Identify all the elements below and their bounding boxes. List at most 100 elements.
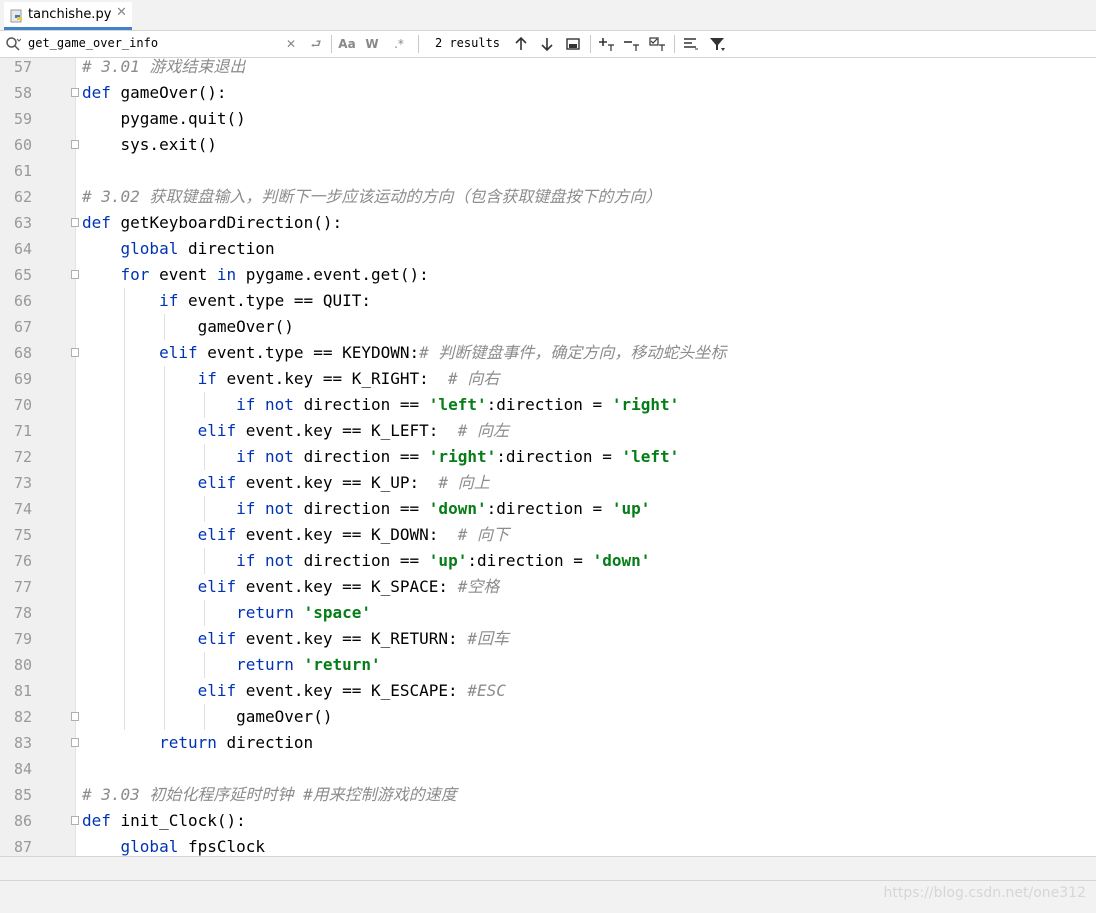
line-number: 64 (13, 240, 32, 258)
search-icon[interactable] (5, 36, 21, 52)
words-button[interactable]: W (363, 35, 381, 53)
code-text: elif event.key == K_DOWN: # 向下 (197, 525, 509, 544)
line-number: 71 (13, 422, 32, 440)
separator (331, 35, 332, 53)
code-line[interactable]: 85 # 3.03 初始化程序延时时钟 #用来控制游戏的速度 (0, 782, 1096, 808)
tab-label: tanchishe.py (28, 7, 112, 22)
code-line[interactable]: 84 (0, 756, 1096, 782)
code-text: gameOver() (82, 707, 333, 726)
fold-marker-icon[interactable] (71, 712, 79, 721)
code-text: sys.exit() (82, 135, 217, 154)
code-line[interactable]: 78 return 'space' (0, 600, 1096, 626)
select-all-matches-icon[interactable] (648, 35, 666, 53)
code-text: if not direction == 'up':direction = 'do… (236, 551, 651, 570)
code-line[interactable]: 65 for event in pygame.event.get(): (0, 262, 1096, 288)
line-number: 62 (13, 188, 32, 206)
code-line[interactable]: 86 def init_Clock(): (0, 808, 1096, 834)
code-line[interactable]: 58 def gameOver(): (0, 80, 1096, 106)
separator (590, 35, 591, 53)
code-line[interactable]: 73 elif event.key == K_UP: # 向上 (0, 470, 1096, 496)
separator (674, 35, 675, 53)
code-line[interactable]: 80 return 'return' (0, 652, 1096, 678)
code-line[interactable]: 74 if not direction == 'down':direction … (0, 496, 1096, 522)
code-line[interactable]: 72 if not direction == 'right':direction… (0, 444, 1096, 470)
code-text: elif event.key == K_RETURN: #回车 (197, 629, 509, 648)
code-line[interactable]: 70 if not direction == 'left':direction … (0, 392, 1096, 418)
code-text: global fpsClock (120, 837, 266, 856)
code-line[interactable]: 69 if event.key == K_RIGHT: # 向右 (0, 366, 1096, 392)
line-number: 79 (13, 630, 32, 648)
code-line[interactable]: 63 def getKeyboardDirection(): (0, 210, 1096, 236)
code-line[interactable]: 75 elif event.key == K_DOWN: # 向下 (0, 522, 1096, 548)
code-line[interactable]: 60 sys.exit() (0, 132, 1096, 158)
code-text: if event.key == K_RIGHT: # 向右 (197, 369, 500, 388)
line-number: 75 (13, 526, 32, 544)
line-number: 70 (13, 396, 32, 414)
fold-marker-icon[interactable] (71, 270, 79, 279)
code-line[interactable]: 82 gameOver() (0, 704, 1096, 730)
arrow-up-icon[interactable] (512, 35, 530, 53)
line-number: 68 (13, 344, 32, 362)
code-line[interactable]: 66 if event.type == QUIT: (0, 288, 1096, 314)
code-line[interactable]: 67 gameOver() (0, 314, 1096, 340)
fold-marker-icon[interactable] (71, 738, 79, 747)
bottom-scrollbar-area (0, 856, 1096, 881)
fold-marker-icon[interactable] (71, 140, 79, 149)
code-text: if event.type == QUIT: (159, 291, 371, 310)
fold-marker-icon[interactable] (71, 88, 79, 97)
line-number: 57 (13, 58, 32, 76)
line-number: 59 (13, 110, 32, 128)
code-text: elif event.key == K_ESCAPE: #ESC (197, 681, 506, 700)
search-input[interactable] (28, 33, 278, 53)
code-text: elif event.key == K_SPACE: #空格 (197, 577, 500, 596)
code-line[interactable]: 87 global fpsClock (0, 834, 1096, 856)
code-line[interactable]: 62 # 3.02 获取键盘输入，判断下一步应该运动的方向（包含获取键盘按下的方向… (0, 184, 1096, 210)
filter-options-icon[interactable] (682, 35, 700, 53)
code-text: # 3.01 游戏结束退出 (82, 58, 246, 76)
line-number: 82 (13, 708, 32, 726)
code-text: # 3.02 获取键盘输入，判断下一步应该运动的方向（包含获取键盘按下的方向） (82, 187, 662, 206)
code-line[interactable]: 64 global direction (0, 236, 1096, 262)
new-line-icon[interactable]: ⮐ (307, 35, 325, 53)
code-line[interactable]: 71 elif event.key == K_LEFT: # 向左 (0, 418, 1096, 444)
line-number: 80 (13, 656, 32, 674)
arrow-down-icon[interactable] (538, 35, 556, 53)
code-line[interactable]: 83 return direction (0, 730, 1096, 756)
fold-marker-icon[interactable] (71, 816, 79, 825)
line-number: 58 (13, 84, 32, 102)
line-number: 73 (13, 474, 32, 492)
select-all-occurrences-icon[interactable] (564, 35, 582, 53)
add-occurrence-icon[interactable] (598, 35, 616, 53)
code-text: return direction (159, 733, 314, 752)
close-icon[interactable]: ✕ (116, 5, 127, 20)
code-text: return 'return' (236, 655, 381, 674)
code-line[interactable]: 59 pygame.quit() (0, 106, 1096, 132)
code-line[interactable]: 77 elif event.key == K_SPACE: #空格 (0, 574, 1096, 600)
match-case-button[interactable]: Aa (338, 35, 356, 53)
filter-icon[interactable] (708, 35, 726, 53)
tab-tanchishe[interactable]: tanchishe.py ✕ (4, 2, 132, 30)
watermark: https://blog.csdn.net/one312 (883, 885, 1086, 901)
code-line[interactable]: 81 elif event.key == K_ESCAPE: #ESC (0, 678, 1096, 704)
line-number: 76 (13, 552, 32, 570)
remove-occurrence-icon[interactable] (623, 35, 641, 53)
code-line[interactable]: 57 # 3.01 游戏结束退出 (0, 58, 1096, 80)
code-text: if not direction == 'left':direction = '… (236, 395, 680, 414)
line-number: 63 (13, 214, 32, 232)
code-text: elif event.type == KEYDOWN:# 判断键盘事件，确定方向… (159, 343, 727, 362)
code-line[interactable]: 68 elif event.type == KEYDOWN:# 判断键盘事件，确… (0, 340, 1096, 366)
code-line[interactable]: 79 elif event.key == K_RETURN: #回车 (0, 626, 1096, 652)
code-text: for event in pygame.event.get(): (120, 265, 429, 284)
code-line[interactable]: 61 (0, 158, 1096, 184)
code-text: elif event.key == K_UP: # 向上 (197, 473, 490, 492)
fold-marker-icon[interactable] (71, 348, 79, 357)
regex-button[interactable]: .* (390, 35, 408, 53)
editor-tab-bar: tanchishe.py ✕ (0, 0, 1096, 31)
code-editor[interactable]: 57 # 3.01 游戏结束退出 58 def gameOver(): 59 pygam… (0, 58, 1096, 856)
code-text: gameOver() (82, 317, 294, 336)
fold-marker-icon[interactable] (71, 218, 79, 227)
code-text: def getKeyboardDirection(): (82, 213, 343, 232)
code-line[interactable]: 76 if not direction == 'up':direction = … (0, 548, 1096, 574)
clear-search-icon[interactable]: ✕ (282, 35, 300, 53)
line-number: 66 (13, 292, 32, 310)
